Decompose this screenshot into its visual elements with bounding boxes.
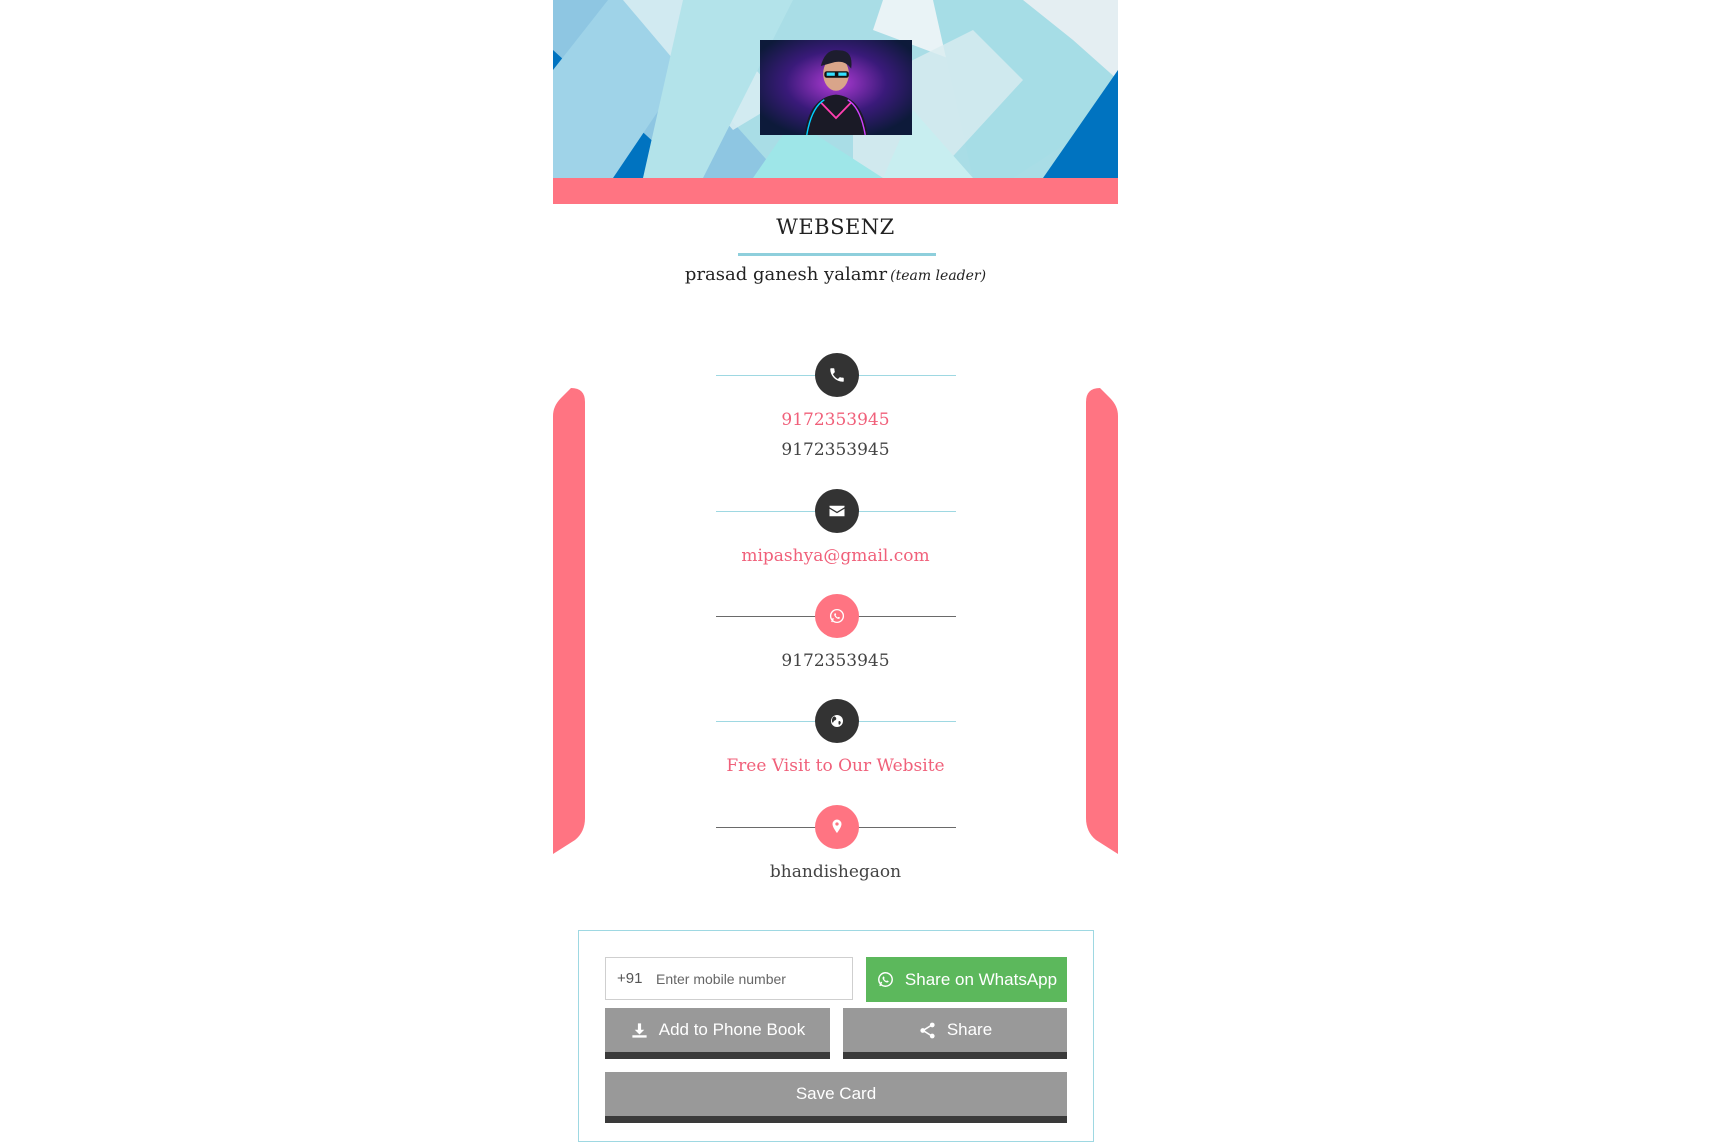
globe-icon [815, 699, 859, 743]
business-card: WEBSENZ prasad ganesh yalamr (team leader… [553, 0, 1118, 1142]
save-card-button[interactable]: Save Card [605, 1072, 1067, 1123]
phone-icon [815, 353, 859, 397]
whatsapp-icon [815, 594, 859, 638]
share-button[interactable]: Share [843, 1008, 1067, 1059]
mobile-number-field: +91 [605, 957, 853, 1000]
whatsapp-number: 9172353945 [781, 651, 890, 671]
phone-text: 9172353945 [781, 440, 890, 460]
company-underline [738, 253, 936, 256]
add-to-phonebook-label: Add to Phone Book [658, 1020, 806, 1039]
profile-photo-frame [760, 40, 912, 135]
company-name: WEBSENZ [776, 215, 895, 239]
person-name: prasad ganesh yalamr [684, 264, 888, 285]
country-code: +91 [617, 970, 643, 987]
share-icon [920, 1022, 935, 1038]
save-card-label: Save Card [795, 1084, 877, 1103]
envelope-icon [815, 489, 859, 533]
phone-link[interactable]: 9172353945 [553, 410, 1118, 430]
header-banner [553, 0, 1118, 178]
mobile-number-input[interactable] [656, 966, 846, 992]
share-label: Share [946, 1020, 993, 1039]
share-whatsapp-button[interactable]: Share on WhatsApp [866, 957, 1067, 1002]
profile-photo [760, 40, 912, 135]
person-role: (team leader) [890, 268, 987, 284]
whatsapp-icon [877, 972, 893, 987]
share-whatsapp-label: Share on WhatsApp [904, 969, 1058, 989]
download-icon [632, 1022, 647, 1038]
website-link[interactable]: Free Visit to Our Website [553, 756, 1118, 776]
address-text: bhandishegaon [769, 862, 902, 882]
add-to-phonebook-button[interactable]: Add to Phone Book [605, 1008, 830, 1059]
share-panel: +91 Share on WhatsApp Add to Phone Book … [578, 930, 1094, 1142]
banner-accent-strip [553, 178, 1118, 204]
person-line: prasad ganesh yalamr (team leader) [553, 264, 1118, 285]
email-link[interactable]: mipashya@gmail.com [553, 546, 1118, 566]
map-marker-icon [815, 805, 859, 849]
